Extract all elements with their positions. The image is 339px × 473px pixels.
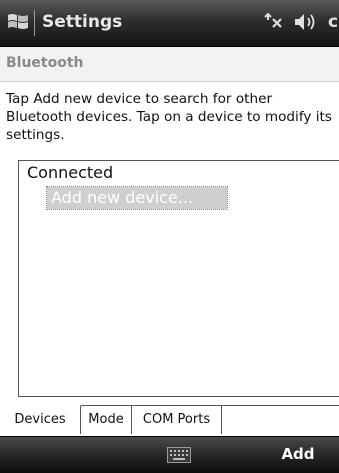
page-title: Settings <box>42 12 123 32</box>
tab-strip: Devices Mode COM Ports <box>0 405 339 435</box>
tab-mode[interactable]: Mode <box>81 406 132 434</box>
device-list[interactable]: Connected Add new device... <box>18 160 339 397</box>
section-title: Bluetooth <box>6 55 84 71</box>
windows-start-icon[interactable] <box>6 10 30 34</box>
clock-text[interactable]: c <box>328 10 339 34</box>
group-label-connected: Connected <box>27 163 114 182</box>
add-softkey[interactable]: Add <box>270 445 326 463</box>
volume-icon[interactable] <box>292 10 318 34</box>
title-separator <box>34 10 35 36</box>
title-bar: Settings c <box>0 0 339 47</box>
connectivity-icon[interactable] <box>262 10 286 34</box>
description-text: Tap Add new device to search for other B… <box>6 91 332 143</box>
tab-devices[interactable]: Devices <box>0 405 81 434</box>
keyboard-icon[interactable] <box>167 447 191 463</box>
softkey-bar: Add <box>0 436 339 473</box>
tab-com-ports[interactable]: COM Ports <box>132 406 222 434</box>
sub-header: Bluetooth <box>0 47 339 82</box>
add-new-device-item[interactable]: Add new device... <box>46 186 228 210</box>
